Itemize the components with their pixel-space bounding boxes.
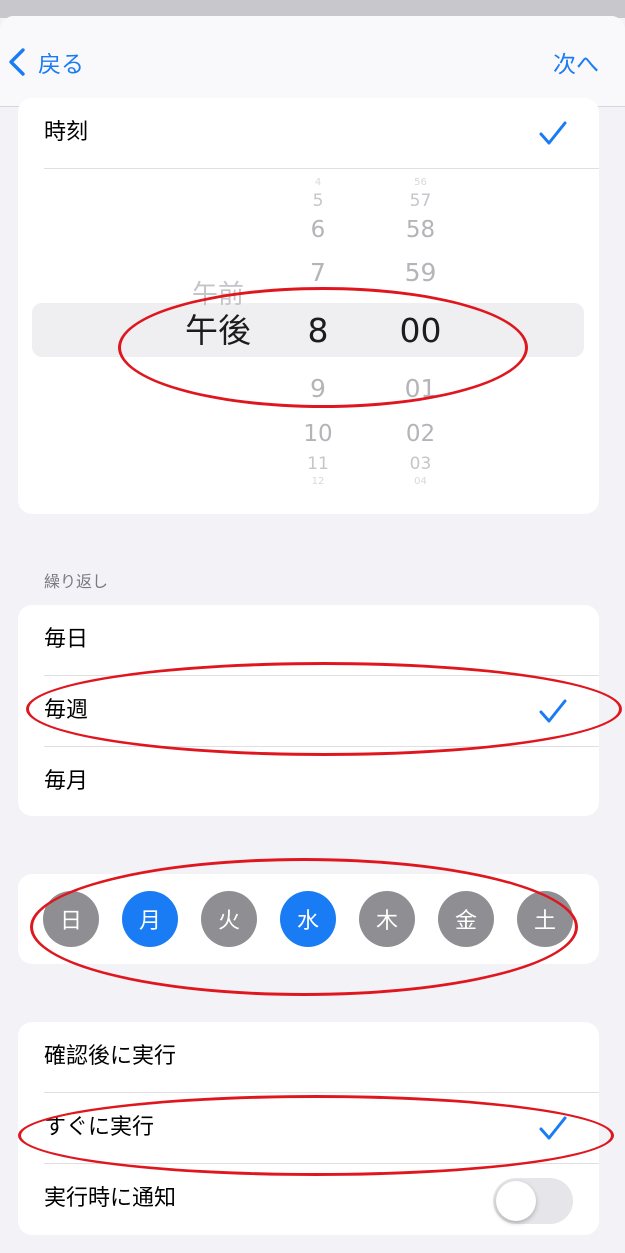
- minute-item[interactable]: 03: [368, 453, 473, 475]
- repeat-option-daily[interactable]: 毎日: [18, 605, 599, 675]
- navigation-bar: 戻る 次へ: [0, 16, 625, 107]
- run-card: 確認後に実行 すぐに実行 実行時に通知: [18, 1022, 599, 1235]
- checkmark-icon: [539, 699, 567, 723]
- hour-item[interactable]: 6: [273, 214, 363, 246]
- next-button[interactable]: 次へ: [553, 44, 599, 80]
- back-button[interactable]: 戻る: [6, 44, 84, 80]
- minute-item[interactable]: 04: [368, 475, 473, 489]
- divider: [44, 168, 599, 169]
- repeat-option-label: 毎週: [44, 698, 89, 723]
- weekday-card: 日 月 火 水 木 金 土: [18, 874, 599, 964]
- repeat-option-weekly[interactable]: 毎週: [18, 676, 599, 746]
- repeat-section-header: 繰り返し: [44, 572, 109, 591]
- hour-selected[interactable]: 8: [273, 306, 363, 356]
- repeat-option-label: 毎日: [44, 627, 89, 652]
- period-selected[interactable]: 午後: [163, 306, 273, 356]
- weekday-label: 水: [296, 909, 319, 934]
- notify-row: 実行時に通知: [18, 1164, 599, 1234]
- weekday-tue[interactable]: 火: [201, 891, 257, 947]
- hour-item[interactable]: 12: [273, 475, 363, 489]
- modal-sheet: 戻る 次へ 時刻 午前 午後 4 5 6 7 8 9 10 11 12 56 5…: [0, 16, 625, 1253]
- period-wheel[interactable]: 午前 午後: [163, 178, 273, 498]
- checkmark-icon: [539, 121, 567, 145]
- weekday-label: 金: [454, 909, 477, 934]
- run-option-label: 確認後に実行: [44, 1044, 177, 1069]
- hour-item[interactable]: 10: [273, 418, 363, 450]
- minute-item[interactable]: 57: [368, 190, 473, 212]
- toggle-knob: [496, 1181, 536, 1221]
- hour-item[interactable]: 9: [273, 372, 363, 406]
- checkmark-icon: [539, 1116, 567, 1140]
- time-row[interactable]: 時刻: [18, 98, 599, 168]
- minute-item[interactable]: 02: [368, 418, 473, 450]
- weekday-sat[interactable]: 土: [517, 891, 573, 947]
- weekday-label: 月: [138, 909, 161, 934]
- time-picker[interactable]: 午前 午後 4 5 6 7 8 9 10 11 12 56 57 58 59 0…: [18, 176, 599, 498]
- minute-item[interactable]: 56: [368, 176, 473, 190]
- repeat-card: 毎日 毎週 毎月: [18, 605, 599, 816]
- minute-item[interactable]: 01: [368, 372, 473, 406]
- time-row-label: 時刻: [44, 120, 89, 145]
- weekday-mon[interactable]: 月: [122, 891, 178, 947]
- chevron-left-icon: [9, 48, 25, 76]
- minute-item[interactable]: 58: [368, 214, 473, 246]
- hour-item[interactable]: 4: [273, 176, 363, 190]
- weekday-label: 火: [217, 909, 240, 934]
- time-card: 時刻 午前 午後 4 5 6 7 8 9 10 11 12 56 57 58 5…: [18, 98, 599, 514]
- hour-wheel[interactable]: 4 5 6 7 8 9 10 11 12: [273, 176, 363, 498]
- run-option-confirm[interactable]: 確認後に実行: [18, 1022, 599, 1092]
- weekday-wed[interactable]: 水: [280, 891, 336, 947]
- minute-selected[interactable]: 00: [368, 306, 473, 356]
- run-option-label: すぐに実行: [44, 1115, 155, 1140]
- minute-item[interactable]: 59: [368, 256, 473, 290]
- notify-label: 実行時に通知: [44, 1186, 177, 1211]
- next-button-label: 次へ: [553, 52, 599, 78]
- weekday-label: 土: [533, 909, 556, 934]
- hour-item[interactable]: 11: [273, 453, 363, 475]
- weekday-sun[interactable]: 日: [43, 891, 99, 947]
- weekday-fri[interactable]: 金: [438, 891, 494, 947]
- notify-toggle[interactable]: [493, 1178, 573, 1224]
- repeat-option-monthly[interactable]: 毎月: [18, 747, 599, 816]
- weekday-selector: 日 月 火 水 木 金 土: [18, 874, 599, 964]
- repeat-option-label: 毎月: [44, 769, 89, 794]
- minute-wheel[interactable]: 56 57 58 59 00 01 02 03 04: [368, 176, 473, 498]
- run-option-immediate[interactable]: すぐに実行: [18, 1093, 599, 1163]
- weekday-label: 木: [375, 909, 398, 934]
- weekday-label: 日: [59, 909, 82, 934]
- back-button-label: 戻る: [38, 52, 84, 78]
- hour-item[interactable]: 7: [273, 256, 363, 290]
- weekday-thu[interactable]: 木: [359, 891, 415, 947]
- hour-item[interactable]: 5: [273, 190, 363, 212]
